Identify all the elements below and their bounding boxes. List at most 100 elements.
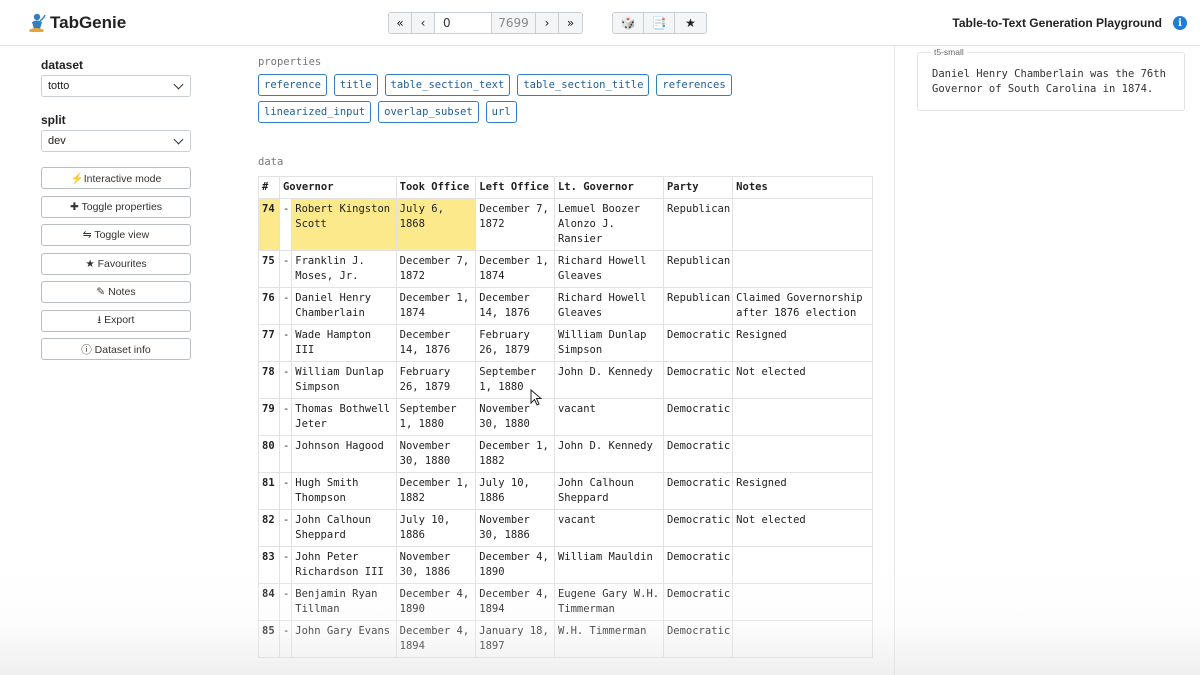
table-cell-took[interactable]: February 26, 1879 [395, 361, 477, 399]
table-cell-party[interactable]: Republican [662, 198, 734, 251]
favourites-button[interactable]: ★ Favourites [41, 252, 191, 275]
table-cell-sep[interactable]: - [278, 324, 293, 362]
table-cell-num[interactable]: 83 [258, 546, 280, 584]
table-cell-governor[interactable]: Johnson Hagood [291, 435, 397, 473]
table-cell-party[interactable]: Democratic [662, 620, 734, 658]
table-cell-num[interactable]: 82 [258, 509, 280, 547]
table-cell-party[interactable]: Democratic [662, 361, 734, 399]
property-reference-button[interactable]: reference [258, 74, 327, 96]
table-cell-sep[interactable]: - [278, 472, 293, 510]
property-references-button[interactable]: references [656, 74, 732, 96]
table-cell-left[interactable]: November 30, 1886 [475, 509, 555, 547]
toggle-properties-button[interactable]: ✚ Toggle properties [41, 195, 191, 218]
table-cell-sep[interactable]: - [278, 398, 293, 436]
table-cell-left[interactable]: December 4, 1894 [475, 583, 555, 621]
header-cell[interactable]: Governor [278, 176, 397, 199]
table-cell-lt[interactable]: Richard Howell Gleaves [553, 250, 664, 288]
favourite-toggle-button[interactable]: ★ [675, 13, 706, 33]
property-table-section-text-button[interactable]: table_section_text [384, 74, 511, 96]
table-cell-num[interactable]: 84 [258, 583, 280, 621]
table-cell-governor[interactable]: Hugh Smith Thompson [291, 472, 397, 510]
table-cell-party[interactable]: Democratic [662, 324, 734, 362]
table-cell-num[interactable]: 81 [258, 472, 280, 510]
property-title-button[interactable]: title [333, 74, 378, 96]
table-cell-left[interactable]: September 1, 1880 [475, 361, 555, 399]
table-cell-notes[interactable]: Resigned [732, 472, 873, 510]
table-cell-num[interactable]: 85 [258, 620, 280, 658]
table-cell-sep[interactable]: - [278, 509, 293, 547]
table-cell-took[interactable]: December 1, 1874 [395, 287, 477, 325]
table-cell-notes[interactable]: Not elected [732, 509, 873, 547]
table-cell-sep[interactable]: - [278, 287, 293, 325]
table-cell-left[interactable]: December 7, 1872 [475, 198, 555, 251]
table-cell-governor[interactable]: Benjamin Ryan Tillman [291, 583, 397, 621]
table-cell-left[interactable]: January 18, 1897 [475, 620, 555, 658]
table-cell-governor[interactable]: Thomas Bothwell Jeter [291, 398, 397, 436]
example-index-input[interactable] [435, 13, 492, 33]
header-cell[interactable]: Lt. Governor [553, 176, 664, 199]
table-cell-notes[interactable] [732, 620, 873, 658]
table-cell-took[interactable]: December 4, 1890 [395, 583, 477, 621]
table-cell-took[interactable]: November 30, 1886 [395, 546, 477, 584]
table-cell-governor[interactable]: Robert Kingston Scott [291, 198, 397, 251]
header-cell[interactable]: Notes [732, 176, 873, 199]
table-cell-governor[interactable]: Franklin J. Moses, Jr. [291, 250, 397, 288]
toggle-view-button[interactable]: ⇋ Toggle view [41, 224, 191, 246]
table-cell-governor[interactable]: John Peter Richardson III [291, 546, 397, 584]
notes-button[interactable]: ✎ Notes [41, 281, 191, 303]
notes-toolbar-button[interactable]: 📑 [644, 13, 675, 33]
table-cell-left[interactable]: December 14, 1876 [475, 287, 555, 325]
table-cell-took[interactable]: September 1, 1880 [395, 398, 477, 436]
table-cell-left[interactable]: November 30, 1880 [475, 398, 555, 436]
table-cell-party[interactable]: Democratic [662, 583, 734, 621]
header-cell[interactable]: Left Office [475, 176, 555, 199]
header-cell[interactable]: Party [662, 176, 734, 199]
table-cell-sep[interactable]: - [278, 198, 293, 251]
table-cell-governor[interactable]: William Dunlap Simpson [291, 361, 397, 399]
table-cell-sep[interactable]: - [278, 620, 293, 658]
table-cell-lt[interactable]: vacant [553, 509, 664, 547]
table-cell-sep[interactable]: - [278, 583, 293, 621]
table-cell-party[interactable]: Democratic [662, 398, 734, 436]
table-cell-lt[interactable]: William Mauldin [553, 546, 664, 584]
table-cell-num[interactable]: 74 [258, 198, 280, 251]
split-select[interactable]: dev [41, 130, 191, 152]
table-cell-lt[interactable]: W.H. Timmerman [553, 620, 664, 658]
table-cell-lt[interactable]: Lemuel Boozer Alonzo J. Ransier [553, 198, 664, 251]
table-cell-notes[interactable]: Claimed Governorship after 1876 election [732, 287, 873, 325]
table-cell-lt[interactable]: John D. Kennedy [553, 435, 664, 473]
property-linearized-input-button[interactable]: linearized_input [258, 101, 372, 123]
table-cell-took[interactable]: July 6, 1868 [395, 198, 477, 251]
table-cell-left[interactable]: December 4, 1890 [475, 546, 555, 584]
table-cell-notes[interactable] [732, 435, 873, 473]
table-cell-took[interactable]: July 10, 1886 [395, 509, 477, 547]
table-cell-notes[interactable] [732, 583, 873, 621]
table-cell-sep[interactable]: - [278, 361, 293, 399]
table-cell-governor[interactable]: Daniel Henry Chamberlain [291, 287, 397, 325]
table-cell-sep[interactable]: - [278, 435, 293, 473]
table-cell-took[interactable]: December 7, 1872 [395, 250, 477, 288]
prev-example-button[interactable]: ‹ [412, 13, 435, 33]
table-cell-took[interactable]: December 4, 1894 [395, 620, 477, 658]
table-cell-lt[interactable]: John Calhoun Sheppard [553, 472, 664, 510]
table-cell-notes[interactable]: Not elected [732, 361, 873, 399]
table-cell-notes[interactable]: Resigned [732, 324, 873, 362]
table-cell-party[interactable]: Democratic [662, 546, 734, 584]
table-cell-governor[interactable]: John Calhoun Sheppard [291, 509, 397, 547]
table-cell-took[interactable]: December 14, 1876 [395, 324, 477, 362]
property-table-section-title-button[interactable]: table_section_title [517, 74, 650, 96]
table-cell-left[interactable]: December 1, 1874 [475, 250, 555, 288]
table-cell-sep[interactable]: - [278, 546, 293, 584]
table-cell-party[interactable]: Republican [662, 287, 734, 325]
header-cell[interactable]: # [258, 176, 280, 199]
table-cell-lt[interactable]: Richard Howell Gleaves [553, 287, 664, 325]
last-example-button[interactable]: » [559, 13, 582, 33]
table-cell-left[interactable]: December 1, 1882 [475, 435, 555, 473]
interactive-mode-button[interactable]: ⚡Interactive mode [41, 167, 191, 189]
brand[interactable]: TabGenie [26, 12, 126, 34]
table-cell-sep[interactable]: - [278, 250, 293, 288]
table-cell-party[interactable]: Democratic [662, 472, 734, 510]
table-cell-num[interactable]: 80 [258, 435, 280, 473]
export-button[interactable]: ⭳ Export [41, 309, 191, 332]
table-cell-lt[interactable]: William Dunlap Simpson [553, 324, 664, 362]
